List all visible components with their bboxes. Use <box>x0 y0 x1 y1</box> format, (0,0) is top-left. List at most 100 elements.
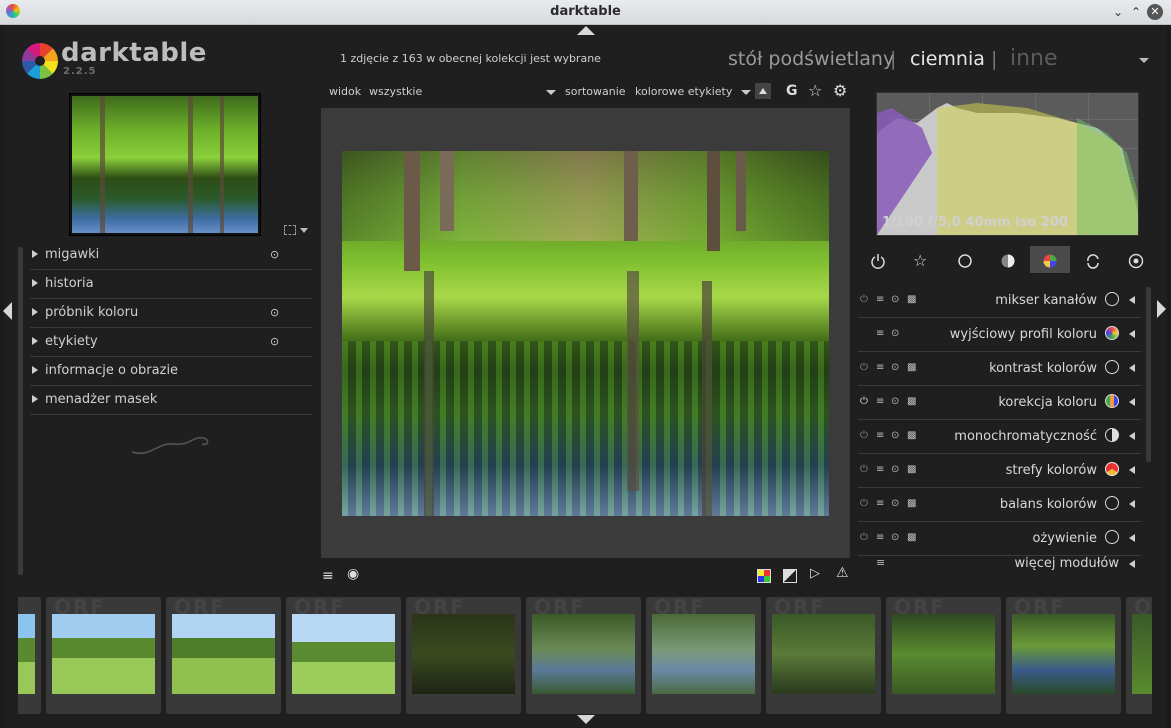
gamut-warning-icon[interactable]: ⚠ <box>836 565 849 581</box>
right-panel-toggle-icon[interactable] <box>1157 300 1166 318</box>
filmstrip-thumb[interactable]: ORF <box>526 595 641 714</box>
module-power-icon[interactable]: ⏻ <box>860 464 868 475</box>
module-power-icon[interactable]: ⏻ <box>860 430 868 441</box>
filmstrip-thumb[interactable]: ORF <box>18 597 41 714</box>
effect-icon[interactable] <box>1128 253 1144 269</box>
module-color-zones[interactable]: ⏻ ≡ ⊙ ▩ strefy kolorów <box>858 454 1141 488</box>
module-power-icon[interactable]: ⏻ <box>860 294 868 305</box>
reset-icon[interactable]: ⊙ <box>891 532 899 543</box>
module-mask-manager[interactable]: menadżer masek <box>30 386 312 415</box>
reset-icon[interactable]: ⊙ <box>891 498 899 509</box>
zoom-fit-icon[interactable] <box>284 225 296 235</box>
reset-icon[interactable]: ⊙ <box>270 335 279 348</box>
view-other[interactable]: inne <box>1010 46 1058 71</box>
color-icon[interactable] <box>1042 253 1058 269</box>
more-modules[interactable]: ≡ więcej modułów <box>858 556 1141 574</box>
sort-order-button[interactable] <box>755 83 771 99</box>
expand-arrow-icon[interactable] <box>1129 330 1135 338</box>
view-filter-dropdown-icon[interactable] <box>546 90 556 95</box>
module-color-balance[interactable]: ⏻ ≡ ⊙ ▩ balans kolorów <box>858 488 1141 522</box>
exposure-warning-icon[interactable] <box>783 569 797 583</box>
module-tags[interactable]: etykiety ⊙ <box>30 328 312 357</box>
star-icon[interactable]: ☆ <box>913 253 929 269</box>
softproof-icon[interactable]: ▷ <box>810 566 820 581</box>
module-color-contrast[interactable]: ⏻ ≡ ⊙ ▩ kontrast kolorów <box>858 352 1141 386</box>
module-color-picker[interactable]: próbnik koloru ⊙ <box>30 299 312 328</box>
top-panel-toggle-icon[interactable] <box>577 26 595 35</box>
module-vibrance[interactable]: ⏻ ≡ ⊙ ▩ ożywienie <box>858 522 1141 556</box>
color-assessment-icon[interactable] <box>757 569 771 583</box>
expand-arrow-icon[interactable] <box>1129 432 1135 440</box>
main-image[interactable] <box>342 151 829 516</box>
filmstrip-thumb[interactable]: ORF <box>766 595 881 714</box>
filmstrip-thumb[interactable]: ORF <box>886 595 1001 714</box>
power-icon[interactable] <box>870 253 886 269</box>
reset-icon[interactable]: ⊙ <box>891 464 899 475</box>
module-power-icon[interactable]: ⏻ <box>860 498 868 509</box>
module-power-icon[interactable]: ⏻ <box>860 532 868 543</box>
view-lighttable[interactable]: stół podświetlany <box>728 48 894 70</box>
close-button[interactable]: ✕ <box>1147 4 1163 20</box>
presets-icon[interactable]: ▩ <box>907 294 916 305</box>
navigation-preview[interactable] <box>69 93 261 236</box>
filmstrip-thumb[interactable]: ORF <box>406 595 521 714</box>
presets-icon[interactable]: ▩ <box>907 396 916 407</box>
views-dropdown-icon[interactable] <box>1139 58 1149 63</box>
reset-icon[interactable]: ⊙ <box>270 306 279 319</box>
presets-icon[interactable]: ▩ <box>907 464 916 475</box>
filmstrip-thumb[interactable]: ORF <box>1006 595 1121 714</box>
module-snapshots[interactable]: migawki ⊙ <box>30 241 312 270</box>
maximize-button[interactable]: ⌃ <box>1128 4 1144 20</box>
module-history[interactable]: historia <box>30 270 312 299</box>
multi-instance-icon[interactable]: ≡ <box>876 362 884 373</box>
correct-icon[interactable] <box>1085 253 1101 269</box>
multi-instance-icon[interactable]: ≡ <box>876 430 884 441</box>
module-monochrome[interactable]: ⏻ ≡ ⊙ ▩ monochromatyczność <box>858 420 1141 454</box>
bottom-panel-toggle-icon[interactable] <box>577 715 595 724</box>
quick-access-menu-icon[interactable]: ≡ <box>322 568 334 584</box>
multi-instance-icon[interactable]: ≡ <box>876 328 884 339</box>
left-scrollbar[interactable] <box>18 247 23 575</box>
filmstrip-thumb[interactable]: ORF <box>286 595 401 714</box>
module-power-icon[interactable]: ⏻ <box>860 396 868 407</box>
sort-select[interactable]: kolorowe etykiety <box>635 85 732 98</box>
module-output-profile[interactable]: ≡ ⊙ wyjściowy profil koloru <box>858 318 1141 352</box>
filmstrip-thumb[interactable]: ORF <box>166 595 281 714</box>
right-scrollbar[interactable] <box>1146 287 1151 462</box>
filmstrip-thumb[interactable]: ORF <box>1126 595 1152 714</box>
multi-instance-icon[interactable]: ≡ <box>876 464 884 475</box>
multi-instance-icon[interactable]: ≡ <box>876 294 884 305</box>
left-panel-toggle-icon[interactable] <box>3 302 12 320</box>
sort-dropdown-icon[interactable] <box>741 90 751 95</box>
star-icon[interactable]: ☆ <box>808 81 822 100</box>
gear-icon[interactable]: ⚙ <box>833 81 847 100</box>
expand-arrow-icon[interactable] <box>1129 466 1135 474</box>
reset-icon[interactable]: ⊙ <box>891 362 899 373</box>
grouping-button[interactable]: G <box>786 83 798 99</box>
reset-icon[interactable]: ⊙ <box>270 248 279 261</box>
multi-instance-icon[interactable]: ≡ <box>876 396 884 407</box>
reset-icon[interactable]: ⊙ <box>891 294 899 305</box>
view-filter-select[interactable]: wszystkie <box>369 85 422 98</box>
histogram[interactable]: 1/100 f/5,0 40mm iso 200 <box>876 92 1139 236</box>
presets-icon[interactable]: ▩ <box>907 430 916 441</box>
expand-arrow-icon[interactable] <box>1129 398 1135 406</box>
filmstrip[interactable]: ORF ORF ORF ORF ORF ORF ORF ORF ORF ORF … <box>18 593 1152 715</box>
module-power-icon[interactable]: ⏻ <box>860 362 868 373</box>
half-circle-icon[interactable] <box>1000 253 1016 269</box>
module-channel-mixer[interactable]: ⏻ ≡ ⊙ ▩ mikser kanałów <box>858 284 1141 318</box>
filmstrip-thumb[interactable]: ORF <box>646 595 761 714</box>
minimize-button[interactable]: ⌄ <box>1110 4 1126 20</box>
view-darkroom[interactable]: ciemnia <box>910 48 985 70</box>
expand-arrow-icon[interactable] <box>1129 296 1135 304</box>
circle-icon[interactable] <box>957 253 973 269</box>
presets-icon[interactable]: ▩ <box>907 362 916 373</box>
presets-icon[interactable]: ▩ <box>907 498 916 509</box>
expand-arrow-icon[interactable] <box>1129 364 1135 372</box>
expand-arrow-icon[interactable] <box>1129 500 1135 508</box>
module-color-correction[interactable]: ⏻ ≡ ⊙ ▩ korekcja koloru <box>858 386 1141 420</box>
reset-icon[interactable]: ⊙ <box>891 430 899 441</box>
filmstrip-thumb[interactable]: ORF <box>46 595 161 714</box>
reset-icon[interactable]: ⊙ <box>891 396 899 407</box>
multi-instance-icon[interactable]: ≡ <box>876 498 884 509</box>
